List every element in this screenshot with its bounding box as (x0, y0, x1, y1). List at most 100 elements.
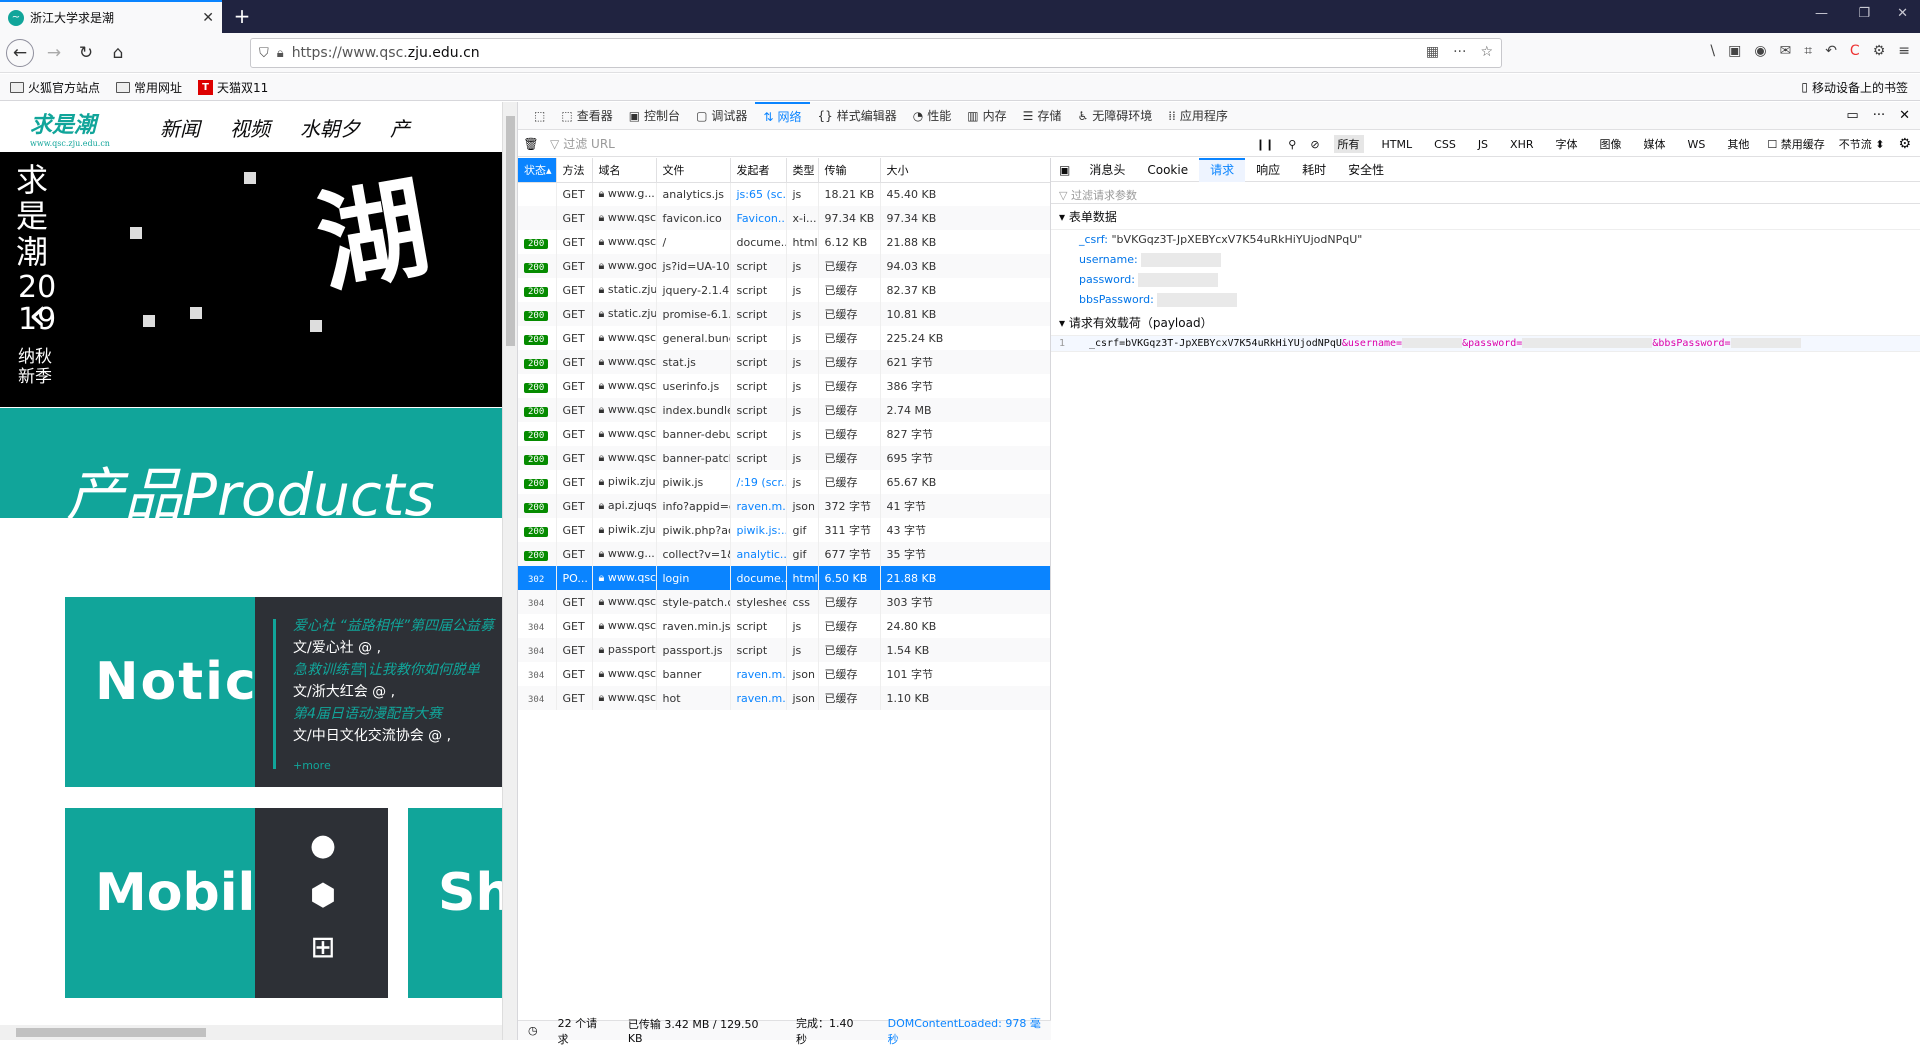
notice-item-title[interactable]: 第4届日语动漫配音大赛 (293, 703, 502, 725)
column-header[interactable]: 大小 (880, 158, 1050, 183)
type-filter[interactable]: WS (1684, 137, 1710, 152)
request-row[interactable]: GET 🔒︎ www.qsc.... favicon.ico Favicon..… (518, 206, 1050, 230)
more-link[interactable]: +more (293, 759, 502, 772)
column-header[interactable]: 类型 (786, 158, 819, 183)
close-window-button[interactable]: ✕ (1897, 6, 1908, 21)
cell-initiator[interactable]: raven.m... (730, 662, 787, 686)
tab-console[interactable]: ▣ 控制台 (621, 102, 688, 130)
minimize-button[interactable]: — (1815, 6, 1828, 21)
type-filter[interactable]: 图像 (1596, 135, 1626, 153)
windows-icon[interactable]: ⊞ (303, 930, 343, 965)
column-header[interactable]: 传输 (818, 158, 881, 183)
request-row[interactable]: 200 GET 🔒︎ www.qsc.... index.bundle.js s… (518, 398, 1050, 422)
request-row[interactable]: 200 GET 🔒︎ www.qsc.... stat.js script js… (518, 350, 1050, 374)
tab-inspector[interactable]: ⬚ 查看器 (553, 102, 620, 130)
undo-icon[interactable]: ↶ (1825, 43, 1837, 59)
tab-network[interactable]: ⇅ 网络 (755, 101, 810, 130)
tab-debugger[interactable]: ▢ 调试器 (688, 102, 755, 130)
restore-button[interactable]: ❐ (1858, 6, 1870, 21)
banner-prev-arrow-icon[interactable]: ‹ (28, 287, 47, 343)
column-header[interactable]: 域名 (592, 158, 657, 183)
form-data-section[interactable]: ▾ 表单数据 (1051, 204, 1920, 230)
request-row[interactable]: 200 GET 🔒︎ static.zju... promise-6.1.0.j… (518, 302, 1050, 326)
panel-toggle-icon[interactable]: ▣ (1059, 163, 1070, 177)
settings-icon[interactable]: ⚙ (1898, 136, 1911, 152)
request-row[interactable]: 304 GET 🔒︎ www.qsc.... banner raven.m...… (518, 662, 1050, 686)
page-actions-icon[interactable]: ··· (1453, 44, 1466, 60)
hero-banner[interactable]: 求是潮 20 19 纳秋 新季 湖 ‹ (0, 152, 502, 407)
lock-icon[interactable]: 🔒︎ (277, 46, 284, 61)
request-row[interactable]: 200 GET 🔒︎ www.qsc.... banner-patch.js s… (518, 446, 1050, 470)
android-icon[interactable]: ⬢ (303, 878, 343, 913)
scroll-thumb[interactable] (16, 1028, 206, 1037)
request-row[interactable]: 302 PO... 🔒︎ www.qsc.... login docume...… (518, 566, 1050, 590)
element-picker-icon[interactable]: ⬚ (526, 102, 553, 130)
request-row[interactable]: 304 GET 🔒︎ passport.... passport.js scri… (518, 638, 1050, 662)
cell-initiator[interactable]: Favicon... (730, 206, 787, 230)
request-row[interactable]: 200 GET 🔒︎ www.qsc.... general.bundle. s… (518, 326, 1050, 350)
throttle-select[interactable]: 不节流 ⬍ (1839, 136, 1885, 152)
screenshot-icon[interactable]: ⌗ (1804, 43, 1812, 59)
browser-tab[interactable]: ~ 浙江大学求是潮 ✕ (0, 0, 222, 33)
type-filter[interactable]: 媒体 (1640, 135, 1670, 153)
url-bar[interactable]: ⛉ 🔒︎ https://www.qsc.zju.edu.cn ▦ ··· ☆ (250, 38, 1502, 68)
forward-button[interactable]: → (42, 41, 66, 65)
bookmark-item[interactable]: 火狐官方站点 (10, 79, 100, 96)
detail-tab-headers[interactable]: 消息头 (1078, 158, 1136, 182)
filter-url-input[interactable]: 过滤 URL (563, 135, 1293, 152)
shield-icon[interactable]: ⛉ (259, 46, 269, 61)
request-row[interactable]: 200 GET 🔒︎ www.qsc.... userinfo.js scrip… (518, 374, 1050, 398)
site-nav-item[interactable]: 水朝夕 (300, 113, 360, 142)
tab-memory[interactable]: ▥ 内存 (959, 102, 1014, 130)
type-filter[interactable]: XHR (1506, 137, 1537, 152)
cell-initiator[interactable]: analytic... (730, 542, 787, 566)
addons-icon[interactable]: ⚙ (1873, 43, 1886, 59)
chat-icon[interactable]: ✉ (1780, 43, 1792, 59)
tab-application[interactable]: ⁞⁞ 应用程序 (1160, 102, 1236, 130)
detail-tab-cookie[interactable]: Cookie (1136, 158, 1199, 182)
sidebar-icon[interactable]: ▣ (1728, 43, 1741, 59)
cell-initiator[interactable]: raven.m... (730, 494, 787, 518)
clear-trash-icon[interactable]: 🗑 (518, 137, 544, 151)
column-header[interactable]: 发起者 (730, 158, 787, 183)
qr-code-icon[interactable]: ▦ (1426, 44, 1439, 60)
request-row[interactable]: 200 GET 🔒︎ www.qsc.... / docume... html … (518, 230, 1050, 254)
notice-item-title[interactable]: 爱心社 “益路相伴”第四届公益募 (293, 615, 502, 637)
page-horizontal-scrollbar[interactable] (0, 1025, 502, 1040)
request-row[interactable]: 200 GET 🔒︎ api.zjuqsc... info?appid=qsc … (518, 494, 1050, 518)
type-filter[interactable]: JS (1474, 137, 1492, 152)
site-nav-item[interactable]: 产 (390, 113, 410, 142)
request-row[interactable]: 304 GET 🔒︎ www.qsc.... raven.min.js scri… (518, 614, 1050, 638)
type-filter[interactable]: CSS (1430, 137, 1460, 152)
request-row[interactable]: 304 GET 🔒︎ www.qsc.... hot raven.m... js… (518, 686, 1050, 710)
request-row[interactable]: 200 GET 🔒︎ static.zju... jquery-2.1.4.mi… (518, 278, 1050, 302)
request-row[interactable]: 200 GET 🔒︎ www.g... collect?v=1&_v analy… (518, 542, 1050, 566)
type-filter[interactable]: HTML (1378, 137, 1417, 152)
tab-close-icon[interactable]: ✕ (202, 10, 214, 26)
detail-tab-response[interactable]: 响应 (1245, 158, 1291, 182)
library-icon[interactable]: \ (1710, 43, 1715, 59)
type-filter[interactable]: 字体 (1552, 135, 1582, 153)
column-header[interactable]: 状态▴ (518, 158, 557, 183)
extension-icon[interactable]: C (1850, 43, 1860, 59)
request-row[interactable]: 304 GET 🔒︎ www.qsc.... style-patch.css s… (518, 590, 1050, 614)
search-icon[interactable]: ⚲ (1288, 138, 1296, 151)
bookmark-star-icon[interactable]: ☆ (1480, 44, 1493, 60)
tab-storage[interactable]: ☰ 存储 (1015, 102, 1070, 130)
request-row[interactable]: 200 GET 🔒︎ piwik.zjuq... piwik.php?actio… (518, 518, 1050, 542)
block-icon[interactable]: ⊘ (1310, 138, 1319, 151)
reload-button[interactable]: ↻ (74, 41, 98, 65)
scroll-thumb[interactable] (506, 116, 515, 346)
type-filter-all[interactable]: 所有 (1333, 135, 1364, 153)
dock-icon[interactable]: ▭ (1846, 108, 1858, 123)
detail-tab-timings[interactable]: 耗时 (1291, 158, 1337, 182)
site-logo[interactable]: 求是潮 www.qsc.zju.edu.cn (30, 107, 110, 148)
request-row[interactable]: 200 GET 🔒︎ piwik.zjuq... piwik.js /:19 (… (518, 470, 1050, 494)
cell-initiator[interactable]: raven.m... (730, 686, 787, 710)
tab-accessibility[interactable]: ♿ 无障碍环境 (1069, 102, 1160, 130)
type-filter[interactable]: 其他 (1723, 135, 1753, 153)
bookmark-tmall[interactable]: T 天猫双11 (198, 79, 268, 96)
account-icon[interactable]: ◉ (1754, 43, 1766, 59)
disable-cache-checkbox[interactable]: ☐ 禁用缓存 (1767, 136, 1824, 152)
devtools-menu-icon[interactable]: ··· (1873, 108, 1885, 123)
